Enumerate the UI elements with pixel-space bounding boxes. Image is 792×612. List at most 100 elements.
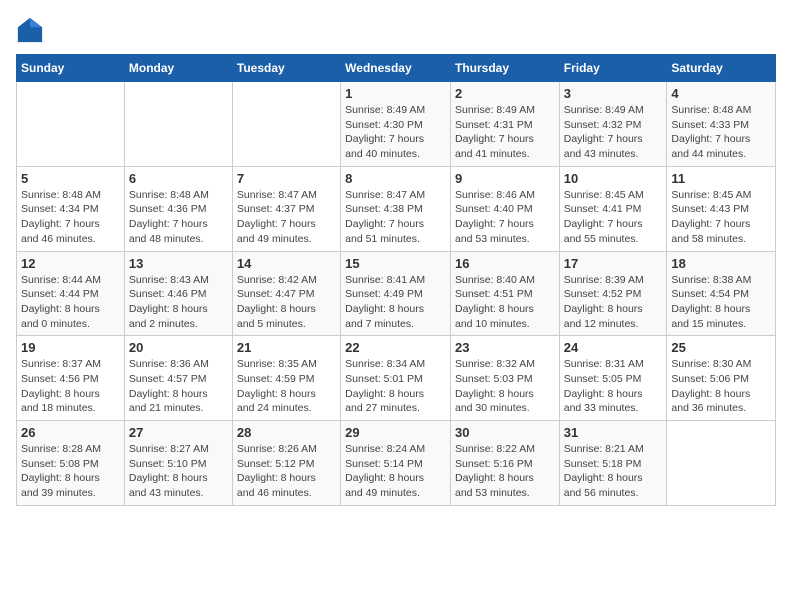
calendar-cell bbox=[232, 82, 340, 167]
calendar-cell: 30Sunrise: 8:22 AM Sunset: 5:16 PM Dayli… bbox=[450, 421, 559, 506]
calendar-cell: 22 Sunrise: 8:34 AM Sunset: 5:01 PM Dayli… bbox=[341, 336, 451, 421]
calendar-cell: 20 Sunrise: 8:36 AM Sunset: 4:57 PM Dayli… bbox=[124, 336, 232, 421]
calendar-cell: 11 Sunrise: 8:45 AM Sunset: 4:43 PM Dayli… bbox=[667, 166, 776, 251]
calendar-cell: 19Sunrise: 8:37 AM Sunset: 4:56 PM Dayli… bbox=[17, 336, 125, 421]
page-header bbox=[16, 16, 776, 44]
day-number: 21 bbox=[237, 340, 336, 355]
calendar-cell: 15 Sunrise: 8:41 AM Sunset: 4:49 PM Dayli… bbox=[341, 251, 451, 336]
day-number: 11 bbox=[671, 171, 771, 186]
day-info: Sunrise: 8:30 AM Sunset: 5:06 PM Dayligh… bbox=[671, 357, 771, 416]
day-info: Sunrise: 8:34 AM Sunset: 5:01 PM Dayligh… bbox=[345, 357, 446, 416]
header-day: Sunday bbox=[17, 55, 125, 82]
day-info: Sunrise: 8:41 AM Sunset: 4:49 PM Dayligh… bbox=[345, 273, 446, 332]
day-number: 17 bbox=[564, 256, 663, 271]
calendar-cell: 16 Sunrise: 8:40 AM Sunset: 4:51 PM Dayli… bbox=[450, 251, 559, 336]
day-number: 28 bbox=[237, 425, 336, 440]
header-day: Friday bbox=[559, 55, 667, 82]
calendar-cell: 31 Sunrise: 8:21 AM Sunset: 5:18 PM Dayli… bbox=[559, 421, 667, 506]
day-info: Sunrise: 8:44 AM Sunset: 4:44 PM Dayligh… bbox=[21, 273, 120, 332]
calendar-cell: 14 Sunrise: 8:42 AM Sunset: 4:47 PM Dayli… bbox=[232, 251, 340, 336]
calendar-cell bbox=[17, 82, 125, 167]
day-info: Sunrise: 8:42 AM Sunset: 4:47 PM Dayligh… bbox=[237, 273, 336, 332]
header-day: Saturday bbox=[667, 55, 776, 82]
calendar-cell: 27 Sunrise: 8:27 AM Sunset: 5:10 PM Dayli… bbox=[124, 421, 232, 506]
day-number: 4 bbox=[671, 86, 771, 101]
calendar-cell: 10 Sunrise: 8:45 AM Sunset: 4:41 PM Dayli… bbox=[559, 166, 667, 251]
logo bbox=[16, 16, 48, 44]
day-number: 1 bbox=[345, 86, 446, 101]
day-info: Sunrise: 8:49 AM Sunset: 4:30 PM Dayligh… bbox=[345, 103, 446, 162]
day-number: 23 bbox=[455, 340, 555, 355]
day-info: Sunrise: 8:24 AM Sunset: 5:14 PM Dayligh… bbox=[345, 442, 446, 501]
day-number: 24 bbox=[564, 340, 663, 355]
day-info: Sunrise: 8:37 AM Sunset: 4:56 PM Dayligh… bbox=[21, 357, 120, 416]
day-info: Sunrise: 8:32 AM Sunset: 5:03 PM Dayligh… bbox=[455, 357, 555, 416]
header-day: Thursday bbox=[450, 55, 559, 82]
calendar-cell bbox=[124, 82, 232, 167]
calendar-week: 19Sunrise: 8:37 AM Sunset: 4:56 PM Dayli… bbox=[17, 336, 776, 421]
header-day: Monday bbox=[124, 55, 232, 82]
day-info: Sunrise: 8:43 AM Sunset: 4:46 PM Dayligh… bbox=[129, 273, 228, 332]
day-number: 10 bbox=[564, 171, 663, 186]
day-info: Sunrise: 8:49 AM Sunset: 4:32 PM Dayligh… bbox=[564, 103, 663, 162]
day-info: Sunrise: 8:40 AM Sunset: 4:51 PM Dayligh… bbox=[455, 273, 555, 332]
header-day: Wednesday bbox=[341, 55, 451, 82]
day-info: Sunrise: 8:48 AM Sunset: 4:33 PM Dayligh… bbox=[671, 103, 771, 162]
day-info: Sunrise: 8:49 AM Sunset: 4:31 PM Dayligh… bbox=[455, 103, 555, 162]
day-info: Sunrise: 8:38 AM Sunset: 4:54 PM Dayligh… bbox=[671, 273, 771, 332]
day-number: 20 bbox=[129, 340, 228, 355]
day-info: Sunrise: 8:45 AM Sunset: 4:41 PM Dayligh… bbox=[564, 188, 663, 247]
calendar-cell: 7Sunrise: 8:47 AM Sunset: 4:37 PM Daylig… bbox=[232, 166, 340, 251]
calendar-cell bbox=[667, 421, 776, 506]
day-number: 18 bbox=[671, 256, 771, 271]
day-info: Sunrise: 8:46 AM Sunset: 4:40 PM Dayligh… bbox=[455, 188, 555, 247]
calendar-week: 26Sunrise: 8:28 AM Sunset: 5:08 PM Dayli… bbox=[17, 421, 776, 506]
day-info: Sunrise: 8:22 AM Sunset: 5:16 PM Dayligh… bbox=[455, 442, 555, 501]
calendar-body: 1 Sunrise: 8:49 AM Sunset: 4:30 PM Daylig… bbox=[17, 82, 776, 506]
day-number: 31 bbox=[564, 425, 663, 440]
calendar-cell: 24 Sunrise: 8:31 AM Sunset: 5:05 PM Dayli… bbox=[559, 336, 667, 421]
day-info: Sunrise: 8:47 AM Sunset: 4:38 PM Dayligh… bbox=[345, 188, 446, 247]
day-number: 9 bbox=[455, 171, 555, 186]
day-number: 7 bbox=[237, 171, 336, 186]
calendar-cell: 21 Sunrise: 8:35 AM Sunset: 4:59 PM Dayli… bbox=[232, 336, 340, 421]
day-number: 22 bbox=[345, 340, 446, 355]
calendar-cell: 8 Sunrise: 8:47 AM Sunset: 4:38 PM Daylig… bbox=[341, 166, 451, 251]
day-info: Sunrise: 8:35 AM Sunset: 4:59 PM Dayligh… bbox=[237, 357, 336, 416]
calendar-cell: 9 Sunrise: 8:46 AM Sunset: 4:40 PM Daylig… bbox=[450, 166, 559, 251]
header-row: SundayMondayTuesdayWednesdayThursdayFrid… bbox=[17, 55, 776, 82]
day-number: 6 bbox=[129, 171, 228, 186]
calendar-week: 1 Sunrise: 8:49 AM Sunset: 4:30 PM Daylig… bbox=[17, 82, 776, 167]
calendar-cell: 12 Sunrise: 8:44 AM Sunset: 4:44 PM Dayli… bbox=[17, 251, 125, 336]
calendar-cell: 6Sunrise: 8:48 AM Sunset: 4:36 PM Daylig… bbox=[124, 166, 232, 251]
calendar-cell: 23 Sunrise: 8:32 AM Sunset: 5:03 PM Dayli… bbox=[450, 336, 559, 421]
day-number: 15 bbox=[345, 256, 446, 271]
day-number: 12 bbox=[21, 256, 120, 271]
day-number: 16 bbox=[455, 256, 555, 271]
day-number: 27 bbox=[129, 425, 228, 440]
day-info: Sunrise: 8:27 AM Sunset: 5:10 PM Dayligh… bbox=[129, 442, 228, 501]
calendar-cell: 1 Sunrise: 8:49 AM Sunset: 4:30 PM Daylig… bbox=[341, 82, 451, 167]
day-info: Sunrise: 8:39 AM Sunset: 4:52 PM Dayligh… bbox=[564, 273, 663, 332]
day-info: Sunrise: 8:31 AM Sunset: 5:05 PM Dayligh… bbox=[564, 357, 663, 416]
calendar-cell: 3Sunrise: 8:49 AM Sunset: 4:32 PM Daylig… bbox=[559, 82, 667, 167]
day-number: 14 bbox=[237, 256, 336, 271]
calendar-cell: 5Sunrise: 8:48 AM Sunset: 4:34 PM Daylig… bbox=[17, 166, 125, 251]
calendar-cell: 18 Sunrise: 8:38 AM Sunset: 4:54 PM Dayli… bbox=[667, 251, 776, 336]
day-info: Sunrise: 8:21 AM Sunset: 5:18 PM Dayligh… bbox=[564, 442, 663, 501]
calendar-header: SundayMondayTuesdayWednesdayThursdayFrid… bbox=[17, 55, 776, 82]
calendar-cell: 4 Sunrise: 8:48 AM Sunset: 4:33 PM Daylig… bbox=[667, 82, 776, 167]
calendar-cell: 13Sunrise: 8:43 AM Sunset: 4:46 PM Dayli… bbox=[124, 251, 232, 336]
calendar-week: 12 Sunrise: 8:44 AM Sunset: 4:44 PM Dayli… bbox=[17, 251, 776, 336]
day-number: 8 bbox=[345, 171, 446, 186]
header-day: Tuesday bbox=[232, 55, 340, 82]
day-info: Sunrise: 8:36 AM Sunset: 4:57 PM Dayligh… bbox=[129, 357, 228, 416]
day-number: 29 bbox=[345, 425, 446, 440]
calendar-cell: 26Sunrise: 8:28 AM Sunset: 5:08 PM Dayli… bbox=[17, 421, 125, 506]
day-number: 5 bbox=[21, 171, 120, 186]
calendar-week: 5Sunrise: 8:48 AM Sunset: 4:34 PM Daylig… bbox=[17, 166, 776, 251]
logo-icon bbox=[16, 16, 44, 44]
day-info: Sunrise: 8:45 AM Sunset: 4:43 PM Dayligh… bbox=[671, 188, 771, 247]
calendar: SundayMondayTuesdayWednesdayThursdayFrid… bbox=[16, 54, 776, 506]
calendar-cell: 25Sunrise: 8:30 AM Sunset: 5:06 PM Dayli… bbox=[667, 336, 776, 421]
